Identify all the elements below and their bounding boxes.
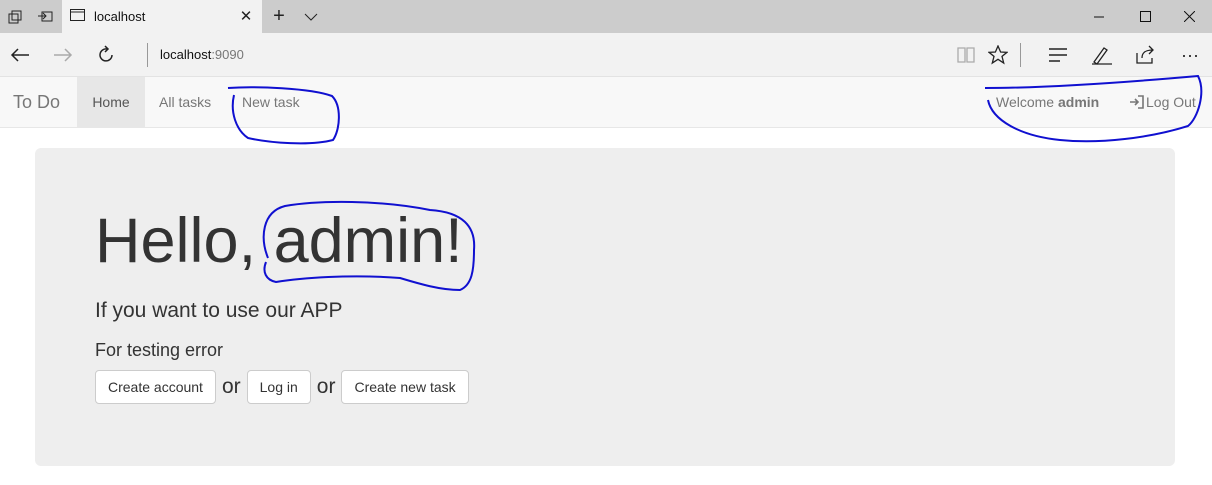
or-separator: or xyxy=(316,375,336,398)
create-account-button[interactable]: Create account xyxy=(95,370,216,404)
browser-toolbar: localhost:9090 ··· xyxy=(0,33,1212,77)
testing-text: For testing error xyxy=(95,340,224,360)
action-buttons: Create account or Log in or Create new t… xyxy=(95,370,469,404)
chevron-down-icon[interactable] xyxy=(296,0,326,33)
nav-new-task[interactable]: New task xyxy=(228,77,314,127)
hub-icon[interactable] xyxy=(1042,39,1074,71)
forward-icon[interactable] xyxy=(47,39,79,71)
brand-link[interactable]: To Do xyxy=(13,92,60,113)
welcome-text: Welcome admin xyxy=(996,94,1099,110)
maximize-icon[interactable] xyxy=(1122,0,1168,33)
tab-title: localhost xyxy=(94,9,146,24)
welcome-username: admin xyxy=(1057,94,1100,110)
nav-home[interactable]: Home xyxy=(77,77,145,127)
back-icon[interactable] xyxy=(4,39,36,71)
logout-label: Log Out xyxy=(1146,94,1196,110)
address-field[interactable]: localhost:9090 xyxy=(160,47,244,62)
address-divider xyxy=(147,43,148,67)
close-tab-icon[interactable]: ✕ xyxy=(236,6,256,26)
browser-tab-strip: localhost ✕ + xyxy=(0,0,1212,33)
refresh-icon[interactable] xyxy=(90,39,122,71)
set-aside-tabs-icon[interactable] xyxy=(30,0,60,33)
web-note-icon[interactable] xyxy=(1086,39,1118,71)
log-in-button[interactable]: Log in xyxy=(246,370,311,404)
favorite-star-icon[interactable] xyxy=(982,39,1014,71)
close-window-icon[interactable] xyxy=(1166,0,1212,33)
reading-view-icon[interactable] xyxy=(950,39,982,71)
tab-localhost[interactable]: localhost ✕ xyxy=(62,0,262,33)
share-icon[interactable] xyxy=(1130,39,1162,71)
welcome-prefix: Welcome xyxy=(996,94,1055,110)
address-host: localhost xyxy=(160,47,212,62)
page-favicon-icon xyxy=(70,9,85,21)
tab-manager-icon[interactable] xyxy=(0,0,30,33)
jumbotron: Hello, admin! If you want to use our APP… xyxy=(35,148,1175,466)
app-navbar: To Do Home All tasks New task Welcome ad… xyxy=(0,77,1212,128)
toolbar-divider xyxy=(1020,43,1021,67)
log-in-icon xyxy=(1130,95,1144,109)
or-separator: or xyxy=(221,375,241,398)
more-icon[interactable]: ··· xyxy=(1174,39,1206,71)
address-port: :9090 xyxy=(211,47,244,62)
lead-text: If you want to use our APP xyxy=(95,299,343,322)
nav-all-tasks[interactable]: All tasks xyxy=(145,77,225,127)
logout-link[interactable]: Log Out xyxy=(1129,94,1196,110)
minimize-icon[interactable] xyxy=(1076,0,1122,33)
greeting-heading: Hello, admin! xyxy=(95,206,463,276)
create-new-task-button[interactable]: Create new task xyxy=(341,370,469,404)
new-tab-icon[interactable]: + xyxy=(264,0,294,33)
